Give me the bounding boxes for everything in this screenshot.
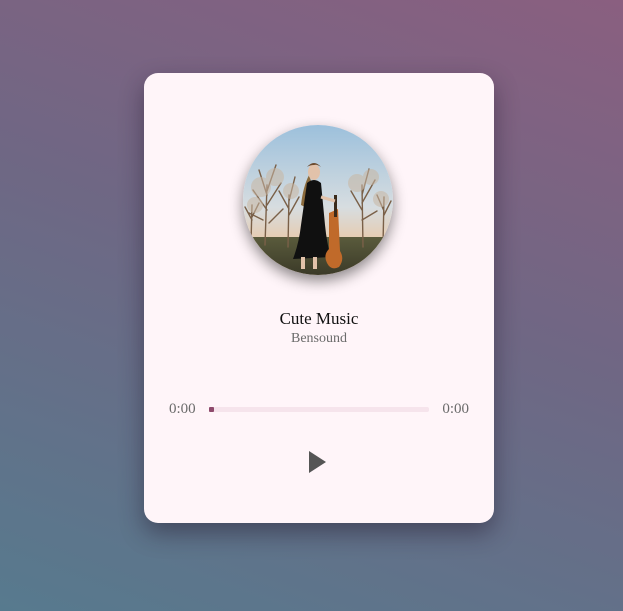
play-icon <box>301 445 335 479</box>
album-cover-image <box>243 125 393 275</box>
track-artist: Bensound <box>291 331 347 346</box>
progress-bar[interactable] <box>209 407 429 412</box>
total-time: 0:00 <box>442 401 469 417</box>
track-title: Cute Music <box>279 309 359 328</box>
music-player-card: Cute Music Bensound 0:00 0:00 <box>144 73 494 523</box>
progress-fill <box>209 407 214 412</box>
play-button[interactable] <box>301 445 335 479</box>
current-time: 0:00 <box>169 401 196 417</box>
